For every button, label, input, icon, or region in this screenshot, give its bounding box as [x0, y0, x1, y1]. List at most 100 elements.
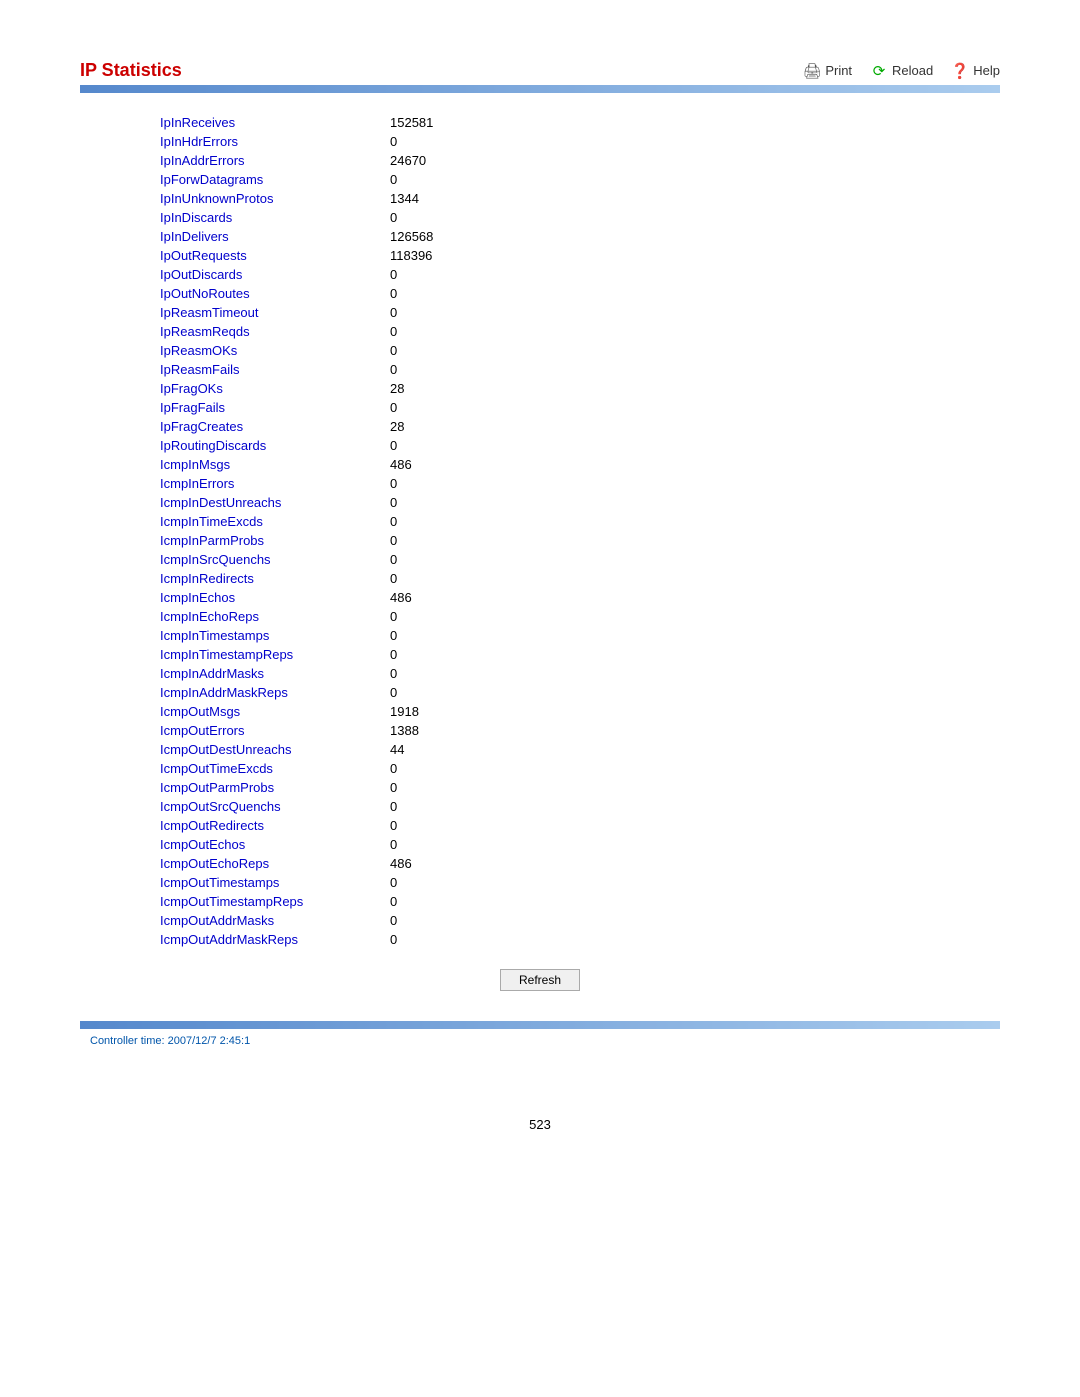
table-row: IcmpOutMsgs1918 [160, 702, 920, 721]
stat-label: IcmpOutTimestampReps [160, 894, 380, 909]
stat-label: IcmpOutRedirects [160, 818, 380, 833]
stat-value: 486 [380, 856, 480, 871]
table-row: IpReasmTimeout0 [160, 303, 920, 322]
stat-label: IpOutDiscards [160, 267, 380, 282]
stat-value: 0 [380, 894, 480, 909]
stat-label: IcmpOutMsgs [160, 704, 380, 719]
reload-icon: ⟳ [870, 62, 888, 80]
stat-value: 0 [380, 172, 480, 187]
table-row: IcmpInEchoReps0 [160, 607, 920, 626]
stat-label: IcmpOutEchos [160, 837, 380, 852]
help-icon: ❓ [951, 62, 969, 80]
stat-value: 0 [380, 932, 480, 947]
stat-label: IcmpOutDestUnreachs [160, 742, 380, 757]
table-row: IpReasmOKs0 [160, 341, 920, 360]
top-blue-bar [80, 85, 1000, 93]
stat-label: IpInUnknownProtos [160, 191, 380, 206]
stat-label: IpFragCreates [160, 419, 380, 434]
table-row: IcmpInMsgs486 [160, 455, 920, 474]
table-row: IpRoutingDiscards0 [160, 436, 920, 455]
stat-label: IcmpOutTimeExcds [160, 761, 380, 776]
refresh-button[interactable]: Refresh [500, 969, 580, 991]
stat-label: IpInReceives [160, 115, 380, 130]
table-row: IcmpInTimeExcds0 [160, 512, 920, 531]
stat-value: 0 [380, 571, 480, 586]
stat-value: 44 [380, 742, 480, 757]
page-header: IP Statistics 🖨 Print ⟳ Reload ❓ Help [80, 60, 1000, 81]
table-row: IcmpOutEchoReps486 [160, 854, 920, 873]
stat-label: IcmpInRedirects [160, 571, 380, 586]
stat-value: 0 [380, 761, 480, 776]
stat-value: 0 [380, 913, 480, 928]
table-row: IcmpInDestUnreachs0 [160, 493, 920, 512]
stat-value: 0 [380, 343, 480, 358]
stat-value: 0 [380, 514, 480, 529]
stat-value: 1388 [380, 723, 480, 738]
stat-value: 0 [380, 780, 480, 795]
stat-label: IcmpOutAddrMaskReps [160, 932, 380, 947]
table-row: IpFragOKs28 [160, 379, 920, 398]
stat-value: 0 [380, 495, 480, 510]
stat-label: IcmpInTimestamps [160, 628, 380, 643]
stat-value: 0 [380, 134, 480, 149]
stats-table: IpInReceives152581IpInHdrErrors0IpInAddr… [160, 113, 920, 949]
stat-label: IcmpOutEchoReps [160, 856, 380, 871]
print-label: Print [825, 63, 852, 78]
table-row: IpFragFails0 [160, 398, 920, 417]
table-row: IcmpInAddrMasks0 [160, 664, 920, 683]
table-row: IcmpInTimestampReps0 [160, 645, 920, 664]
table-row: IcmpInParmProbs0 [160, 531, 920, 550]
help-action[interactable]: ❓ Help [951, 62, 1000, 80]
stat-label: IcmpInTimeExcds [160, 514, 380, 529]
table-row: IcmpOutAddrMaskReps0 [160, 930, 920, 949]
table-row: IcmpOutErrors1388 [160, 721, 920, 740]
stat-label: IcmpOutErrors [160, 723, 380, 738]
content-area: IpInReceives152581IpInHdrErrors0IpInAddr… [80, 93, 1000, 1021]
stat-value: 486 [380, 590, 480, 605]
stat-label: IcmpInSrcQuenchs [160, 552, 380, 567]
stat-value: 152581 [380, 115, 480, 130]
page-number: 523 [0, 1117, 1080, 1132]
stat-value: 0 [380, 818, 480, 833]
table-row: IpInReceives152581 [160, 113, 920, 132]
page-title: IP Statistics [80, 60, 182, 81]
bottom-blue-bar [80, 1021, 1000, 1029]
stat-value: 0 [380, 609, 480, 624]
print-action[interactable]: 🖨 Print [803, 62, 852, 80]
stat-label: IpReasmOKs [160, 343, 380, 358]
stat-value: 0 [380, 210, 480, 225]
print-icon: 🖨 [803, 62, 821, 80]
table-row: IcmpInErrors0 [160, 474, 920, 493]
stat-label: IcmpInEchoReps [160, 609, 380, 624]
stat-value: 0 [380, 305, 480, 320]
stat-value: 0 [380, 837, 480, 852]
stat-label: IcmpOutTimestamps [160, 875, 380, 890]
stat-value: 0 [380, 438, 480, 453]
stat-label: IpForwDatagrams [160, 172, 380, 187]
stat-value: 24670 [380, 153, 480, 168]
stat-value: 0 [380, 628, 480, 643]
stat-label: IpRoutingDiscards [160, 438, 380, 453]
stat-value: 0 [380, 400, 480, 415]
stat-value: 1918 [380, 704, 480, 719]
table-row: IpFragCreates28 [160, 417, 920, 436]
table-row: IpReasmFails0 [160, 360, 920, 379]
reload-label: Reload [892, 63, 933, 78]
help-label: Help [973, 63, 1000, 78]
table-row: IcmpOutTimestamps0 [160, 873, 920, 892]
stat-value: 486 [380, 457, 480, 472]
table-row: IpOutDiscards0 [160, 265, 920, 284]
stat-label: IpInDiscards [160, 210, 380, 225]
stat-label: IpReasmFails [160, 362, 380, 377]
stat-value: 28 [380, 381, 480, 396]
stat-value: 0 [380, 476, 480, 491]
stat-label: IcmpOutParmProbs [160, 780, 380, 795]
table-row: IpReasmReqds0 [160, 322, 920, 341]
table-row: IcmpInSrcQuenchs0 [160, 550, 920, 569]
table-row: IpInDelivers126568 [160, 227, 920, 246]
table-row: IcmpOutSrcQuenchs0 [160, 797, 920, 816]
stat-value: 0 [380, 533, 480, 548]
reload-action[interactable]: ⟳ Reload [870, 62, 933, 80]
stat-value: 0 [380, 647, 480, 662]
stat-value: 118396 [380, 248, 480, 263]
